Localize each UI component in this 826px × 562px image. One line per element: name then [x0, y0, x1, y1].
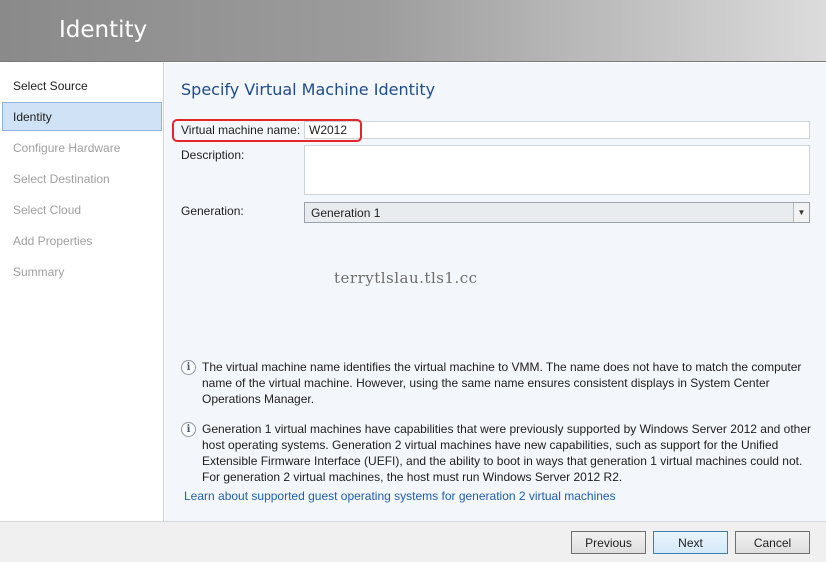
dropdown-arrow-icon[interactable]: ▼ — [793, 203, 809, 222]
sidebar-item-add-properties[interactable]: Add Properties — [2, 227, 162, 256]
info-icon: i — [181, 360, 196, 375]
generation-select[interactable]: Generation 1 ▼ — [304, 202, 810, 223]
header-title: Identity — [59, 17, 148, 43]
wizard-footer: Previous Next Cancel — [0, 521, 826, 562]
sidebar-item-identity[interactable]: Identity — [2, 102, 162, 131]
info-text-vm-name: The virtual machine name identifies the … — [202, 360, 802, 406]
page-title: Specify Virtual Machine Identity — [181, 80, 436, 99]
vm-name-highlight — [172, 119, 362, 142]
sidebar-item-select-destination[interactable]: Select Destination — [2, 165, 162, 194]
sidebar-item-summary[interactable]: Summary — [2, 258, 162, 287]
description-label: Description: — [181, 148, 245, 162]
description-input[interactable] — [304, 145, 810, 195]
info-icon: i — [181, 422, 196, 437]
info-generation: i Generation 1 virtual machines have cap… — [181, 421, 811, 485]
sidebar-item-configure-hardware[interactable]: Configure Hardware — [2, 134, 162, 163]
info-vm-name: i The virtual machine name identifies th… — [181, 359, 811, 407]
vm-name-input[interactable] — [304, 121, 810, 139]
generation-label: Generation: — [181, 204, 244, 218]
wizard-header: Identity — [0, 0, 826, 62]
wizard-sidebar: Select Source Identity Configure Hardwar… — [0, 63, 164, 521]
info-text-generation: Generation 1 virtual machines have capab… — [202, 422, 811, 484]
cancel-button[interactable]: Cancel — [735, 531, 810, 554]
watermark-text: terrytlslau.tls1.cc — [334, 269, 478, 287]
generation-selected-value: Generation 1 — [311, 206, 381, 220]
sidebar-item-select-cloud[interactable]: Select Cloud — [2, 196, 162, 225]
main-content: Specify Virtual Machine Identity Virtual… — [165, 63, 826, 521]
previous-button[interactable]: Previous — [571, 531, 646, 554]
sidebar-item-select-source[interactable]: Select Source — [2, 72, 162, 101]
next-button[interactable]: Next — [653, 531, 728, 554]
generation2-guest-os-link[interactable]: Learn about supported guest operating sy… — [184, 489, 616, 503]
